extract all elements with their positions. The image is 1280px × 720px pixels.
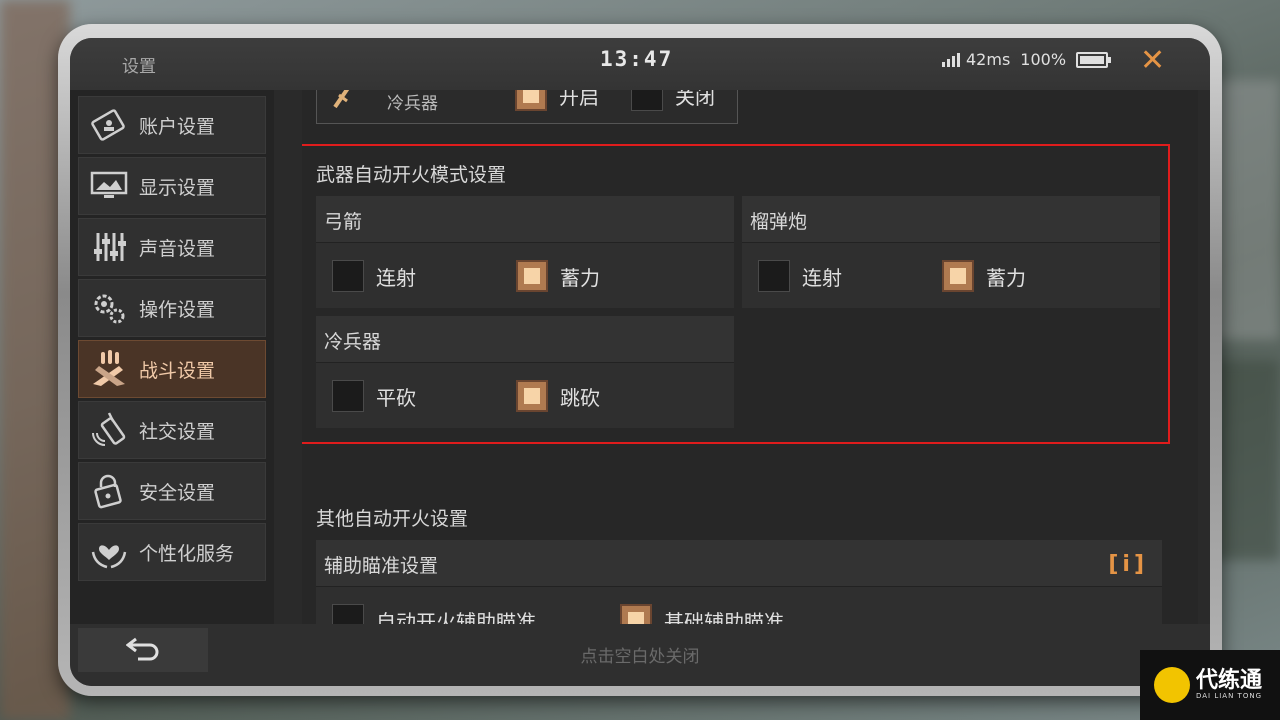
checkbox-unchecked[interactable]	[758, 260, 790, 292]
clock: 13:47	[600, 47, 674, 71]
sword-icon	[331, 90, 361, 115]
lock-icon	[79, 462, 139, 520]
sliders-icon	[79, 218, 139, 276]
cold-weapon-toggle-row: 冷兵器 开启 关闭	[316, 90, 738, 124]
sidebar-item-label: 战斗设置	[139, 359, 216, 382]
sidebar-item-security[interactable]: 安全设置	[78, 462, 266, 520]
cold-weapon-off-option[interactable]: 关闭	[631, 90, 715, 111]
bow-panel-header: 弓箭	[316, 196, 734, 243]
settings-content: 冷兵器 开启 关闭 武器自动开火模式设置 弓箭 连射 蓄力 榴弹炮 连射 蓄力 …	[302, 90, 1198, 624]
option-label: 蓄力	[560, 265, 600, 290]
sidebar: 账户设置 显示设置 声音设置 操作设置 战斗设置 社交设置 安全设置 个性化服务	[70, 90, 274, 624]
close-hint[interactable]: 点击空白处关闭	[70, 642, 1210, 667]
option-label: 关闭	[675, 90, 715, 109]
sidebar-item-social[interactable]: 社交设置	[78, 401, 266, 459]
grenade-launcher-label: 榴弹炮	[750, 211, 808, 233]
option-label: 平砍	[376, 385, 416, 410]
basic-aim-option[interactable]: 基础辅助瞄准	[620, 604, 784, 624]
melee-panel: 冷兵器 平砍 跳砍	[316, 316, 734, 428]
back-arrow-icon	[125, 635, 160, 665]
sidebar-item-account[interactable]: 账户设置	[78, 96, 266, 154]
settings-screen: 设置 13:47 42ms 100% ✕ 账户设置 显示设置 声音设置 操作设置…	[70, 38, 1210, 686]
checkbox-checked[interactable]	[620, 604, 652, 624]
melee-label: 冷兵器	[324, 331, 382, 353]
logo-name: 代练通	[1196, 668, 1263, 693]
checkbox-unchecked[interactable]	[631, 90, 663, 111]
logo-mark-icon	[1154, 667, 1190, 703]
weapon-fire-mode-title: 武器自动开火模式设置	[316, 164, 507, 186]
back-button[interactable]	[78, 628, 208, 672]
battery-text: 100%	[1020, 50, 1067, 69]
monitor-icon	[79, 157, 139, 215]
aim-assist-header: 辅助瞄准设置 [i]	[316, 540, 1162, 587]
melee-jump-slash-option[interactable]: 跳砍	[516, 380, 600, 412]
cold-weapon-on-option[interactable]: 开启	[515, 90, 599, 111]
aim-assist-panel: 辅助瞄准设置 [i] 自动开火辅助瞄准 基础辅助瞄准	[316, 540, 1162, 624]
walkie-talkie-icon	[79, 401, 139, 459]
top-bar: 设置 13:47 42ms 100% ✕	[70, 38, 1210, 90]
checkbox-unchecked[interactable]	[332, 260, 364, 292]
bow-label: 弓箭	[324, 211, 363, 233]
option-label: 基础辅助瞄准	[664, 609, 784, 625]
checkbox-unchecked[interactable]	[332, 380, 364, 412]
melee-panel-header: 冷兵器	[316, 316, 734, 363]
grenade-charge-option[interactable]: 蓄力	[942, 260, 1026, 292]
option-label: 连射	[376, 265, 416, 290]
aim-assist-label: 辅助瞄准设置	[324, 555, 439, 577]
bow-charge-option[interactable]: 蓄力	[516, 260, 600, 292]
cold-weapon-label: 冷兵器	[387, 94, 438, 114]
sidebar-item-display[interactable]: 显示设置	[78, 157, 266, 215]
option-label: 自动开火辅助瞄准	[376, 609, 536, 625]
heart-hands-icon	[79, 523, 139, 581]
auto-fire-aim-option[interactable]: 自动开火辅助瞄准	[332, 604, 536, 624]
gears-icon	[79, 279, 139, 337]
page-title: 设置	[122, 57, 156, 77]
checkbox-checked[interactable]	[515, 90, 547, 111]
logo-subtitle: DAI LIAN TONG	[1196, 692, 1263, 700]
bottom-bar: 点击空白处关闭	[70, 624, 1210, 686]
checkbox-checked[interactable]	[516, 380, 548, 412]
grenade-launcher-header: 榴弹炮	[742, 196, 1160, 243]
melee-slash-option[interactable]: 平砍	[332, 380, 416, 412]
battery-icon	[1076, 51, 1112, 68]
sidebar-item-personalization[interactable]: 个性化服务	[78, 523, 266, 581]
watermark-logo: 代练通 DAI LIAN TONG	[1140, 650, 1280, 720]
checkbox-checked[interactable]	[942, 260, 974, 292]
bow-panel: 弓箭 连射 蓄力	[316, 196, 734, 308]
account-card-icon	[79, 96, 139, 154]
signal-icon	[942, 52, 960, 67]
option-label: 连射	[802, 265, 842, 290]
info-icon[interactable]: [i]	[1108, 552, 1148, 577]
option-label: 跳砍	[560, 385, 600, 410]
sidebar-item-label: 操作设置	[139, 298, 216, 321]
grenade-launcher-panel: 榴弹炮 连射 蓄力	[742, 196, 1160, 308]
sidebar-item-combat[interactable]: 战斗设置	[78, 340, 266, 398]
sidebar-item-label: 社交设置	[139, 420, 216, 443]
close-icon[interactable]: ✕	[1140, 46, 1165, 76]
bow-rapid-option[interactable]: 连射	[332, 260, 416, 292]
sidebar-item-label: 安全设置	[139, 481, 216, 504]
checkbox-checked[interactable]	[516, 260, 548, 292]
sidebar-item-sound[interactable]: 声音设置	[78, 218, 266, 276]
sidebar-item-label: 显示设置	[139, 176, 216, 199]
option-label: 开启	[559, 90, 599, 109]
status-area: 42ms 100%	[942, 50, 1112, 69]
sidebar-item-label: 个性化服务	[139, 542, 235, 565]
grenade-rapid-option[interactable]: 连射	[758, 260, 842, 292]
sidebar-item-controls[interactable]: 操作设置	[78, 279, 266, 337]
weapons-icon	[79, 340, 139, 398]
logo-text: 代练通 DAI LIAN TONG	[1196, 668, 1263, 701]
sidebar-item-label: 账户设置	[139, 115, 216, 138]
sidebar-item-label: 声音设置	[139, 237, 216, 260]
option-label: 蓄力	[986, 265, 1026, 290]
other-fire-title: 其他自动开火设置	[316, 508, 469, 530]
checkbox-unchecked[interactable]	[332, 604, 364, 624]
ping-text: 42ms	[966, 50, 1011, 69]
